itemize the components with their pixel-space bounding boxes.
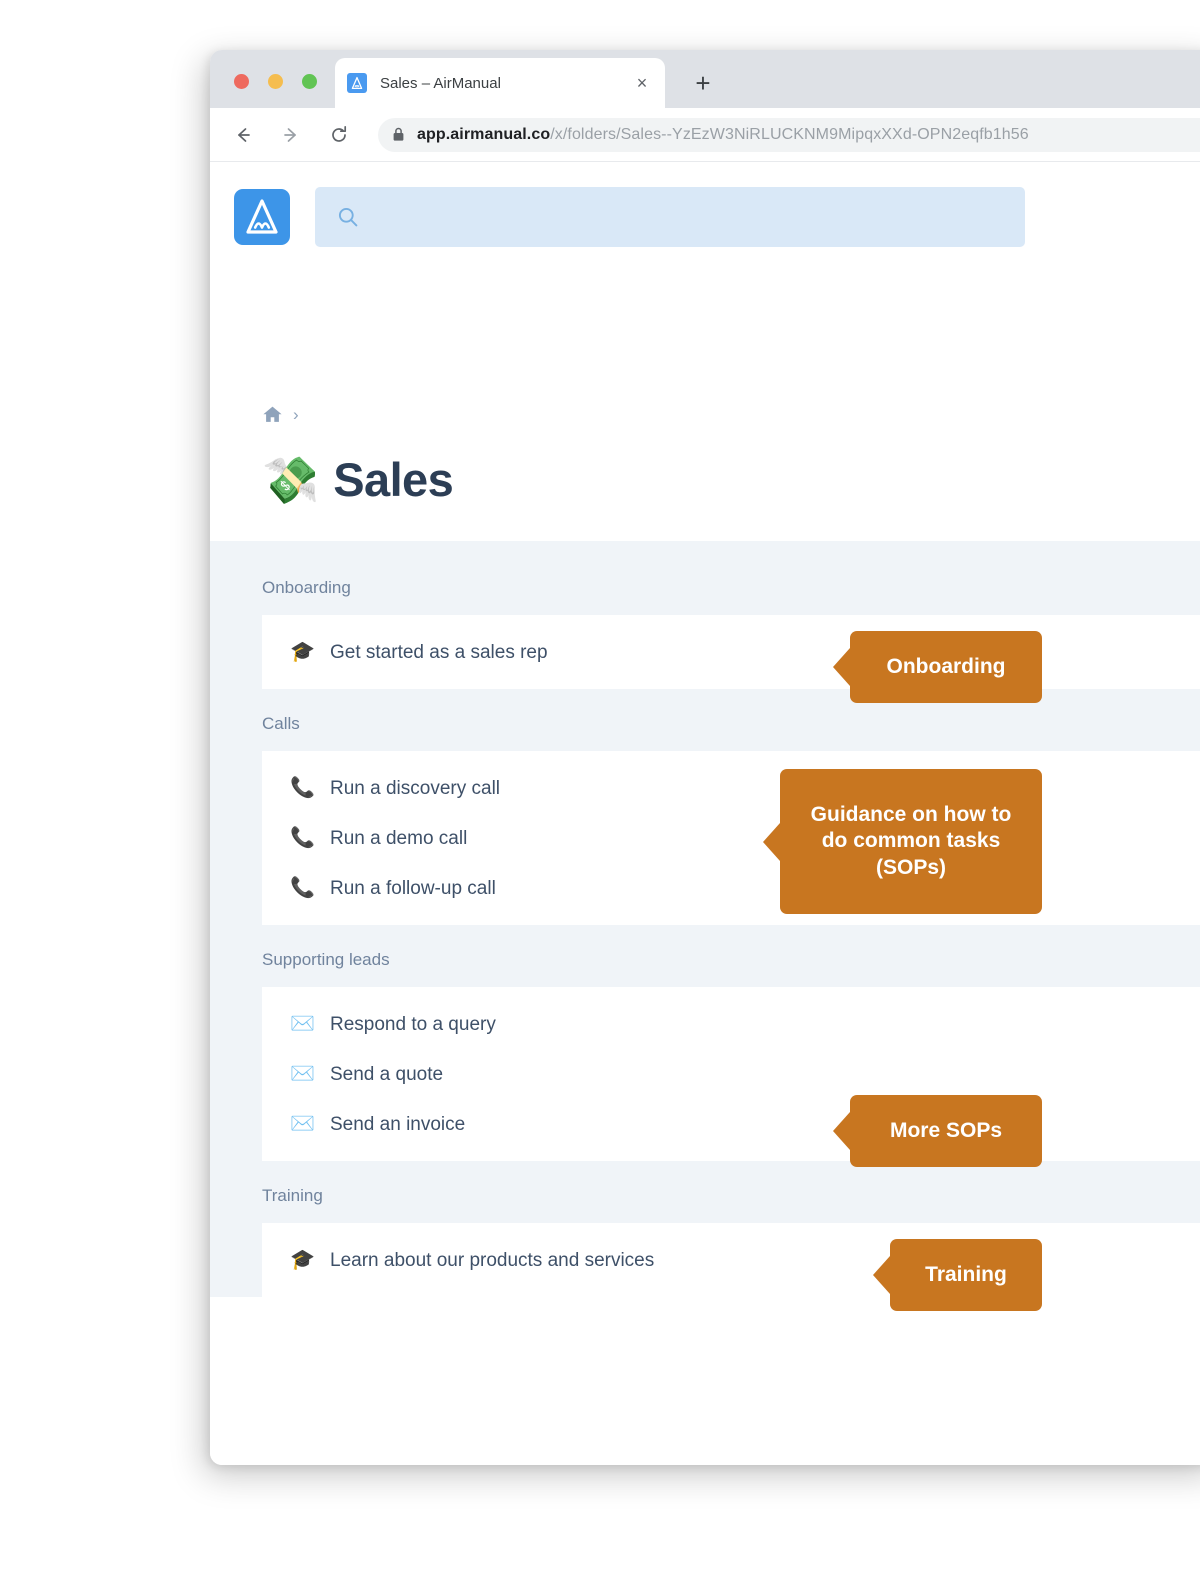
list-item[interactable]: ✉️ Respond to a query [262,999,1200,1049]
window-traffic-lights [234,74,317,89]
home-icon[interactable] [262,405,283,424]
app-header [210,162,1200,272]
window-zoom-button[interactable] [302,74,317,89]
section-card: ✉️ Respond to a query ✉️ Send a quote ✉️… [262,987,1200,1167]
browser-toolbar: app.airmanual.co/x/folders/Sales--YzEzW3… [210,108,1200,162]
section-card: 🎓 Learn about our products and services … [262,1223,1200,1311]
callout-onboarding: Onboarding [850,631,1042,703]
search-icon [337,206,359,228]
address-bar[interactable]: app.airmanual.co/x/folders/Sales--YzEzW3… [378,117,1200,152]
address-bar-host: app.airmanual.co [417,125,551,143]
telephone-icon: 📞 [290,777,315,799]
section-label: Training [262,1186,323,1205]
envelope-icon: ✉️ [290,1063,315,1085]
lock-icon [392,127,405,142]
list-item-label: Respond to a query [330,1013,496,1035]
section-card: 📞 Run a discovery call 📞 Run a demo call… [262,751,1200,925]
callout-more-sops: More SOPs [850,1095,1042,1167]
section-label: Calls [262,714,300,733]
list-item-label: Run a follow-up call [330,877,496,899]
callout-training: Training [890,1239,1042,1311]
list-item-label: Get started as a sales rep [330,641,548,663]
section-label: Supporting leads [262,950,390,969]
app-viewport: › 💸 Sales Onboarding 🎓 Get started as a … [210,162,1200,1465]
page-header: › 💸 Sales [210,272,1200,541]
reload-icon[interactable] [322,118,356,152]
window-minimize-button[interactable] [268,74,283,89]
list-item-label: Run a discovery call [330,777,501,799]
search-input[interactable] [315,187,1025,247]
callout-sops: Guidance on how to do common tasks (SOPs… [780,769,1042,914]
address-bar-path: /x/folders/Sales--YzEzW3NiRLUCKNM9MipqxX… [550,125,1029,143]
new-tab-button[interactable]: + [688,68,718,98]
graduation-cap-icon: 🎓 [290,641,315,663]
section-label: Onboarding [262,578,351,597]
envelope-icon: ✉️ [290,1113,315,1135]
page-title: Sales [333,453,454,506]
section-calls: Calls 📞 Run a discovery call 📞 Run a dem… [210,715,1200,925]
airmanual-logo[interactable] [234,189,290,245]
list-item-label: Run a demo call [330,827,468,849]
content-area: Onboarding 🎓 Get started as a sales rep … [210,541,1200,1311]
list-item[interactable]: 🎓 Get started as a sales rep [262,627,1200,677]
browser-tab-title: Sales – AirManual [380,74,501,92]
list-item[interactable]: 📞 Run a demo call [262,813,1200,863]
section-training: Training 🎓 Learn about our products and … [210,1186,1200,1311]
window-close-button[interactable] [234,74,249,89]
list-item[interactable]: ✉️ Send an invoice [262,1099,1200,1149]
address-bar-url: app.airmanual.co/x/folders/Sales--YzEzW3… [417,126,1029,144]
telephone-icon: 📞 [290,827,315,849]
back-icon[interactable] [226,118,260,152]
browser-window: Sales – AirManual × + app.airmanual.co/x… [210,50,1200,1465]
page-title-row: 💸 Sales [262,456,1200,541]
list-item-label: Send a quote [330,1063,444,1085]
list-item[interactable]: 📞 Run a discovery call [262,763,1200,813]
telephone-icon: 📞 [290,877,315,899]
breadcrumb-separator: › [293,404,299,424]
list-item[interactable]: 📞 Run a follow-up call [262,863,1200,913]
section-onboarding: Onboarding 🎓 Get started as a sales rep … [210,578,1200,703]
airmanual-logo-icon [347,73,367,93]
forward-icon[interactable] [274,118,308,152]
breadcrumb: › [262,402,1200,426]
list-item-label: Learn about our products and services [330,1249,655,1271]
list-item[interactable]: ✉️ Send a quote [262,1049,1200,1099]
list-item[interactable]: 🎓 Learn about our products and services [262,1235,1200,1285]
section-card: 🎓 Get started as a sales rep Onboarding [262,615,1200,703]
section-supporting-leads: Supporting leads ✉️ Respond to a query ✉… [210,950,1200,1167]
envelope-icon: ✉️ [290,1013,315,1035]
browser-tab-strip: Sales – AirManual × + [210,50,1200,108]
browser-tab[interactable]: Sales – AirManual × [335,58,665,108]
money-with-wings-icon: 💸 [262,453,320,506]
close-icon[interactable]: × [631,72,653,94]
list-item-label: Send an invoice [330,1113,466,1135]
graduation-cap-icon: 🎓 [290,1249,315,1271]
